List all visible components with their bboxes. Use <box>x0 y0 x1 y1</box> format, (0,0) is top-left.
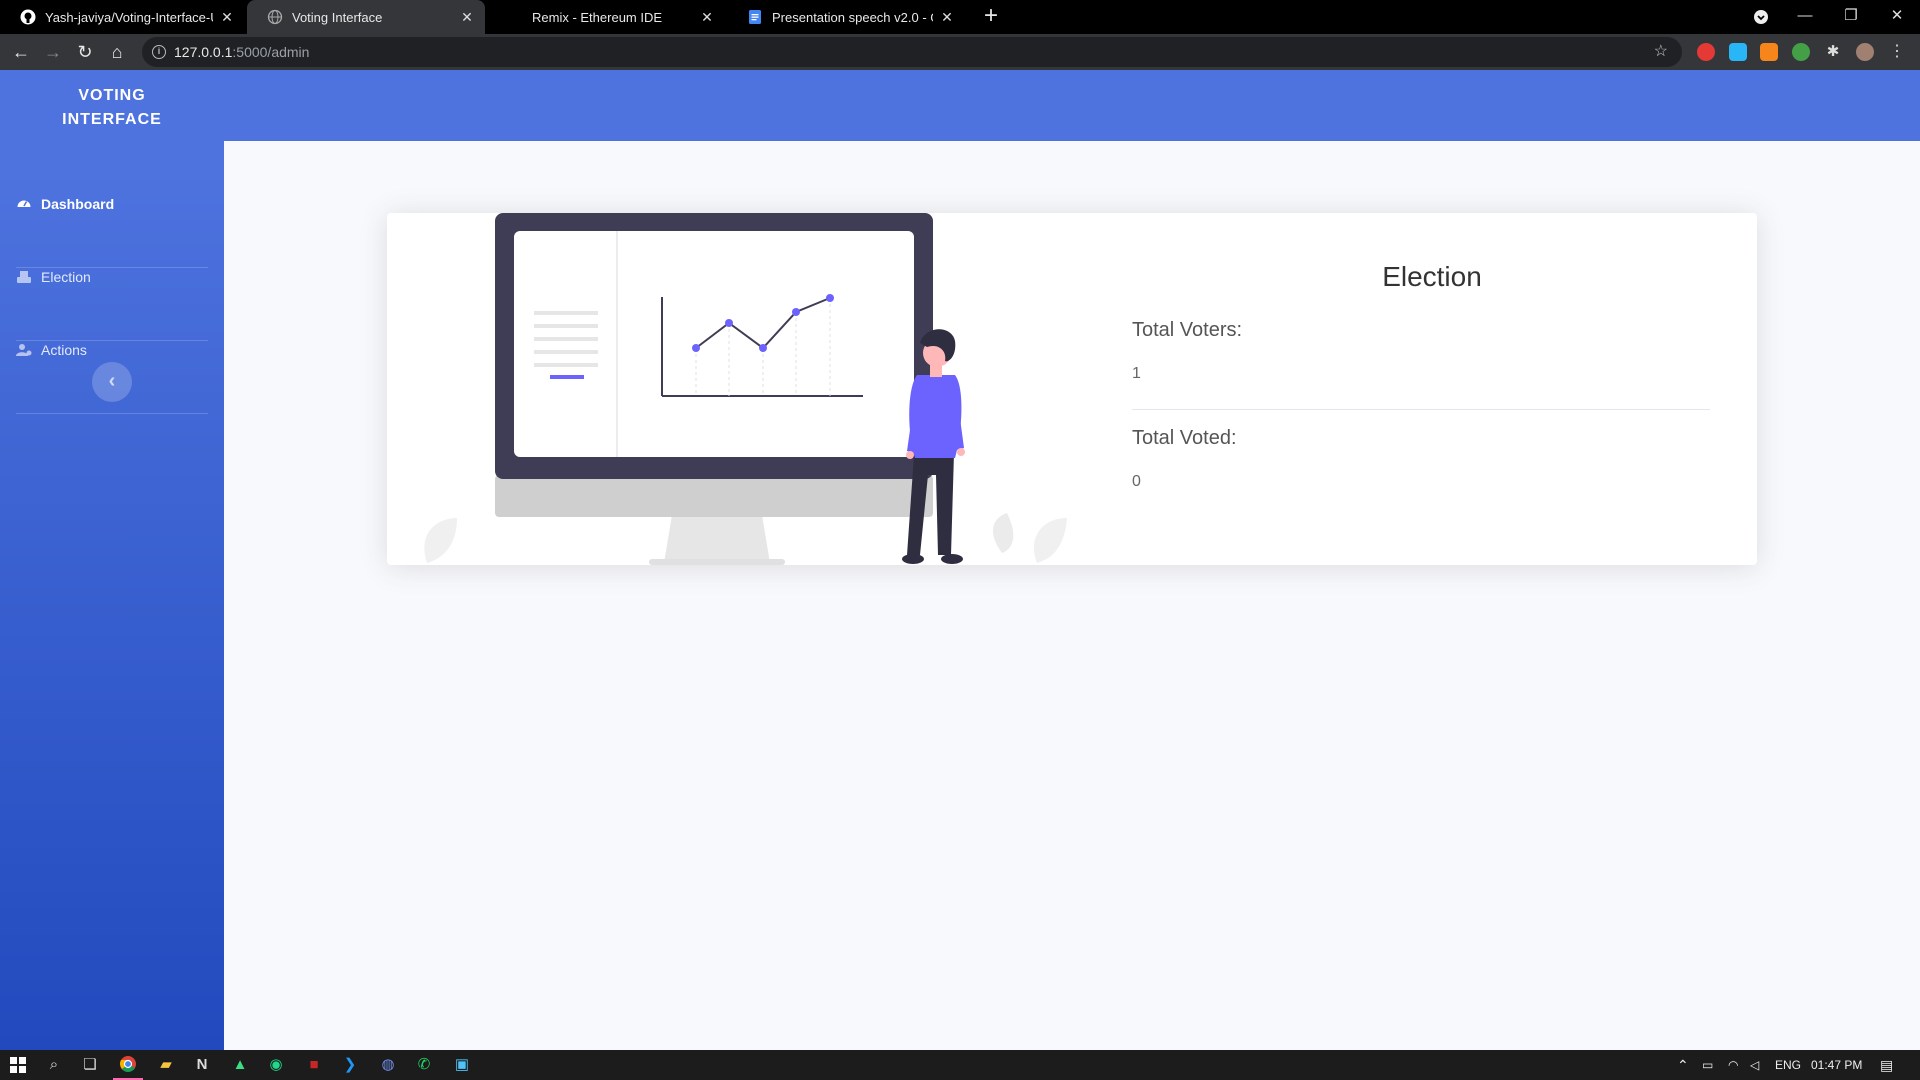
browser-toolbar: ← → ↻ ⌂ i 127.0.0.1:5000/admin ☆ ✱ ⋮ <box>0 34 1920 70</box>
volume-icon[interactable]: ◁ <box>1750 1050 1759 1080</box>
globe-icon <box>267 9 283 25</box>
browser-tab-github[interactable]: Yash-javiya/Voting-Interface-Usin ✕ <box>0 0 245 34</box>
total-voters-label: Total Voters: <box>1132 319 1243 341</box>
sidebar-item-label: Dashboard <box>41 196 115 212</box>
metamask-extension-icon[interactable] <box>1760 43 1778 61</box>
reload-icon[interactable]: ↻ <box>72 39 98 65</box>
url-path: :5000/admin <box>232 44 310 60</box>
vscode-icon[interactable]: ❯ <box>340 1055 360 1075</box>
chrome-icon[interactable] <box>118 1055 138 1075</box>
windows-taskbar: ⌕ ❏ ▰ N ▲ ◉ ■ ❯ ◍ ✆ ▣ ⌃ ▭ ◠ ◁ ENG 01:47 … <box>0 1050 1920 1080</box>
translate-extension-icon[interactable] <box>1729 43 1747 61</box>
browser-tab-remix[interactable]: Remix - Ethereum IDE ✕ <box>487 0 725 34</box>
election-card: Election Total Voters: 1 Total Voted: 0 <box>387 213 1757 565</box>
task-view-icon[interactable]: ❏ <box>80 1055 100 1075</box>
sidebar-item-election[interactable]: Election <box>16 241 208 313</box>
forward-icon[interactable]: → <box>40 39 66 65</box>
battery-icon[interactable]: ▭ <box>1702 1050 1713 1080</box>
brand-line: INTERFACE <box>62 111 162 128</box>
total-voted-label: Total Voted: <box>1132 427 1237 449</box>
back-icon[interactable]: ← <box>8 39 34 65</box>
windows-start-icon[interactable] <box>8 1055 28 1075</box>
minimize-icon[interactable]: — <box>1782 0 1828 34</box>
android-studio-icon[interactable]: ▲ <box>230 1055 250 1075</box>
close-tab-icon[interactable]: ✕ <box>219 9 235 26</box>
tachometer-icon <box>17 200 31 207</box>
browser-tab-voting[interactable]: Voting Interface ✕ <box>247 0 485 34</box>
sidebar: VOTING INTERFACE Dashboard Election Acti… <box>0 70 224 1050</box>
search-icon[interactable]: ⌕ <box>44 1055 64 1075</box>
close-window-icon[interactable]: ✕ <box>1874 0 1920 34</box>
tray-chevron-up-icon[interactable]: ⌃ <box>1677 1050 1689 1080</box>
user-cog-icon <box>16 344 32 356</box>
stat-divider <box>1132 409 1710 410</box>
github-icon <box>20 9 36 25</box>
adblock-extension-icon[interactable] <box>1697 43 1715 61</box>
restore-icon[interactable]: ❐ <box>1828 0 1874 34</box>
address-bar[interactable]: i 127.0.0.1:5000/admin ☆ <box>142 37 1682 67</box>
language-indicator[interactable]: ENG <box>1775 1050 1801 1080</box>
extension-icon[interactable] <box>1792 43 1810 61</box>
new-tab-button[interactable]: + <box>978 4 1004 30</box>
file-explorer-icon[interactable]: ▰ <box>156 1055 176 1075</box>
sidebar-brand[interactable]: VOTING INTERFACE <box>0 84 224 132</box>
dashboard-illustration <box>424 213 1067 565</box>
whatsapp-icon[interactable]: ✆ <box>414 1055 434 1075</box>
profile-avatar[interactable] <box>1856 43 1874 61</box>
app-icon[interactable]: ◍ <box>378 1055 398 1075</box>
photos-icon[interactable]: ▣ <box>452 1055 472 1075</box>
bookmark-star-icon[interactable]: ☆ <box>1654 37 1668 67</box>
wifi-icon[interactable]: ◠ <box>1728 1050 1738 1080</box>
close-tab-icon[interactable]: ✕ <box>939 9 955 26</box>
browser-tab-strip: Yash-javiya/Voting-Interface-Usin ✕ Voti… <box>0 0 1920 34</box>
google-docs-icon <box>749 10 761 24</box>
sidebar-item-dashboard[interactable]: Dashboard <box>16 168 208 240</box>
app-icon[interactable]: ■ <box>304 1055 324 1075</box>
info-icon[interactable]: i <box>152 45 166 59</box>
tab-title: Yash-javiya/Voting-Interface-Usin <box>45 9 213 25</box>
profile-download-icon[interactable] <box>1738 0 1784 34</box>
sidebar-item-label: Election <box>41 269 91 285</box>
close-tab-icon[interactable]: ✕ <box>459 9 475 26</box>
puzzle-extensions-icon[interactable]: ✱ <box>1824 43 1842 61</box>
voting-booth-icon <box>17 271 31 283</box>
card-title: Election <box>1382 261 1482 292</box>
upwork-icon[interactable]: ◉ <box>266 1055 286 1075</box>
sidebar-toggle-button[interactable]: ‹ <box>92 362 132 402</box>
tab-title: Voting Interface <box>292 9 383 25</box>
url-host: 127.0.0.1 <box>174 44 233 60</box>
sidebar-item-label: Actions <box>41 342 87 358</box>
clock[interactable]: 01:47 PM <box>1811 1050 1862 1080</box>
browser-tab-docs[interactable]: Presentation speech v2.0 - Googl ✕ <box>727 0 965 34</box>
notion-icon[interactable]: N <box>192 1055 212 1075</box>
menu-kebab-icon[interactable]: ⋮ <box>1888 43 1906 61</box>
close-tab-icon[interactable]: ✕ <box>699 9 715 26</box>
topbar <box>224 70 1920 141</box>
total-voted-value: 0 <box>1132 473 1141 490</box>
notifications-icon[interactable]: ▤ <box>1880 1050 1893 1080</box>
tab-title: Remix - Ethereum IDE <box>532 9 663 25</box>
home-icon[interactable]: ⌂ <box>104 39 130 65</box>
remix-icon <box>507 9 523 25</box>
sidebar-divider <box>16 413 208 414</box>
tab-title: Presentation speech v2.0 - Googl <box>772 9 933 25</box>
brand-line: VOTING <box>78 87 146 104</box>
total-voters-value: 1 <box>1132 365 1141 382</box>
